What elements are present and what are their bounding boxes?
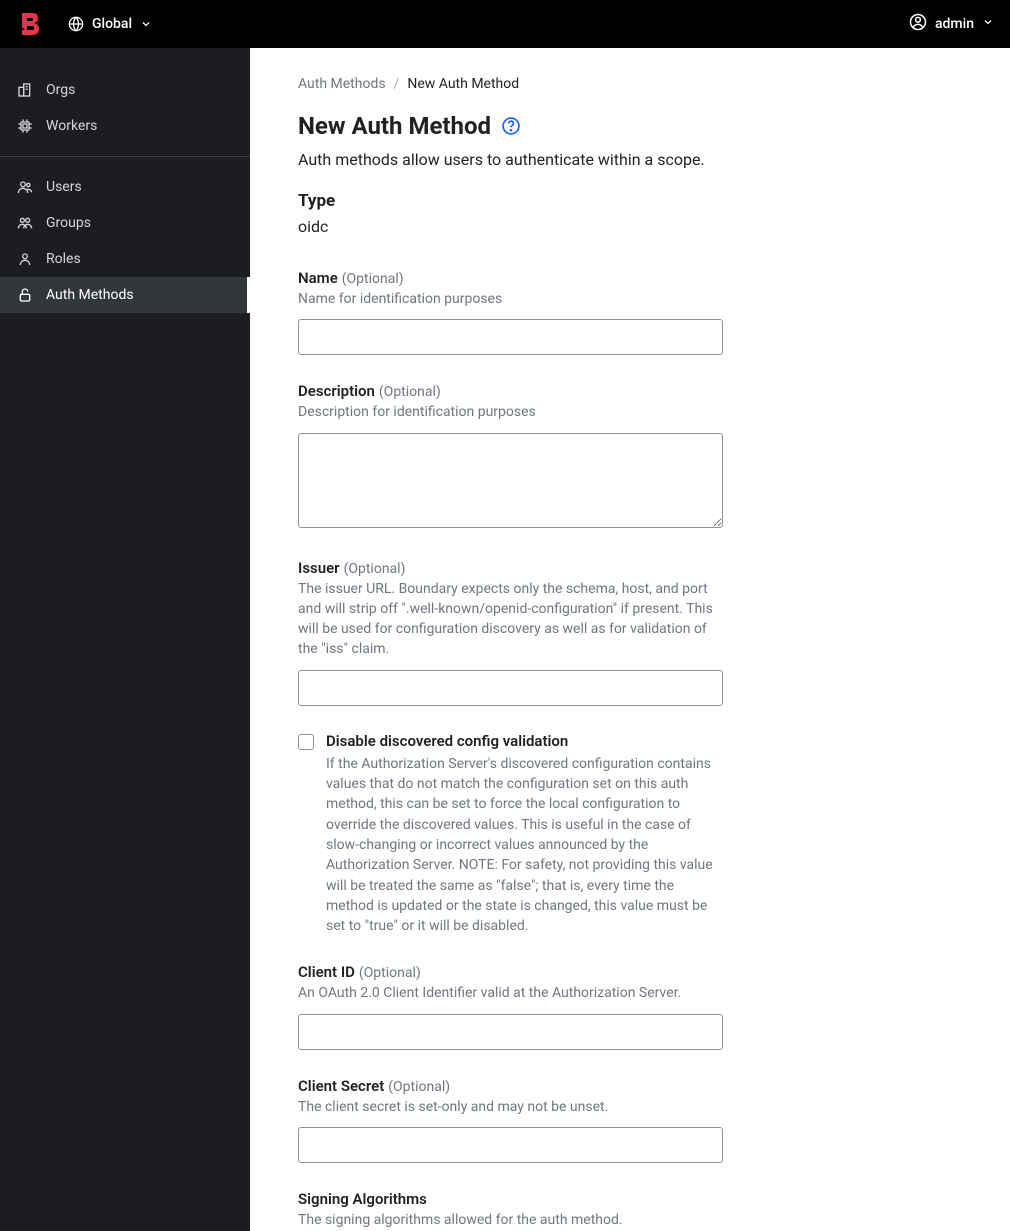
type-value: oidc: [298, 217, 962, 236]
name-label: Name: [298, 269, 338, 287]
client-id-optional: (Optional): [359, 965, 421, 981]
name-hint: Name for identification purposes: [298, 289, 723, 309]
groups-icon: [16, 214, 34, 232]
issuer-label: Issuer: [298, 559, 340, 577]
users-icon: [16, 178, 34, 196]
disable-validation-label: Disable discovered config validation: [326, 732, 723, 750]
sidebar-item-label: Roles: [46, 251, 81, 267]
signing-algorithms-label: Signing Algorithms: [298, 1190, 427, 1208]
client-secret-label: Client Secret: [298, 1077, 384, 1095]
org-icon: [16, 81, 34, 99]
chevron-down-icon: [982, 16, 994, 32]
roles-icon: [16, 250, 34, 268]
sidebar-item-workers[interactable]: Workers: [0, 108, 250, 144]
disable-validation-hint: If the Authorization Server's discovered…: [326, 754, 723, 937]
sidebar-item-users[interactable]: Users: [0, 169, 250, 205]
logo[interactable]: [16, 10, 44, 38]
disable-validation-checkbox[interactable]: [298, 734, 314, 750]
breadcrumb-parent[interactable]: Auth Methods: [298, 76, 386, 92]
chevron-down-icon: [140, 18, 152, 30]
client-id-hint: An OAuth 2.0 Client Identifier valid at …: [298, 983, 723, 1003]
sidebar-item-roles[interactable]: Roles: [0, 241, 250, 277]
sidebar-item-label: Groups: [46, 215, 91, 231]
user-menu[interactable]: admin: [909, 13, 994, 35]
sidebar-item-orgs[interactable]: Orgs: [0, 72, 250, 108]
user-label: admin: [935, 16, 974, 32]
client-id-label: Client ID: [298, 963, 355, 981]
sidebar-item-label: Auth Methods: [46, 287, 134, 303]
sidebar: Orgs Workers: [0, 48, 250, 1231]
description-label: Description: [298, 382, 375, 400]
name-input[interactable]: [298, 319, 723, 355]
client-secret-optional: (Optional): [388, 1079, 450, 1095]
client-secret-input[interactable]: [298, 1127, 723, 1163]
help-icon[interactable]: [501, 116, 521, 136]
name-optional: (Optional): [342, 271, 404, 287]
scope-selector[interactable]: Global: [68, 16, 152, 32]
issuer-hint: The issuer URL. Boundary expects only th…: [298, 579, 723, 660]
user-circle-icon: [909, 13, 927, 35]
topbar-left: Global: [16, 10, 152, 38]
signing-algorithms-hint: The signing algorithms allowed for the a…: [298, 1210, 723, 1230]
sidebar-item-label: Users: [46, 179, 82, 195]
topbar: Global admin: [0, 0, 1010, 48]
sidebar-item-auth-methods[interactable]: Auth Methods: [0, 277, 250, 313]
type-label: Type: [298, 191, 962, 211]
sidebar-divider: [0, 156, 250, 157]
scope-label: Global: [92, 16, 132, 32]
sidebar-item-groups[interactable]: Groups: [0, 205, 250, 241]
breadcrumb: Auth Methods / New Auth Method: [298, 76, 962, 92]
breadcrumb-current: New Auth Method: [407, 76, 519, 92]
description-optional: (Optional): [379, 384, 441, 400]
description-input[interactable]: [298, 433, 723, 528]
sidebar-item-label: Orgs: [46, 82, 75, 98]
issuer-optional: (Optional): [344, 561, 406, 577]
page-description: Auth methods allow users to authenticate…: [298, 150, 962, 169]
globe-icon: [68, 16, 84, 32]
page-title: New Auth Method: [298, 112, 491, 140]
client-id-input[interactable]: [298, 1014, 723, 1050]
sidebar-item-label: Workers: [46, 118, 97, 134]
cpu-icon: [16, 117, 34, 135]
main-content: Auth Methods / New Auth Method New Auth …: [250, 48, 1010, 1231]
client-secret-hint: The client secret is set-only and may no…: [298, 1097, 723, 1117]
lock-icon: [16, 286, 34, 304]
breadcrumb-separator: /: [394, 76, 400, 92]
description-hint: Description for identification purposes: [298, 402, 723, 422]
issuer-input[interactable]: [298, 670, 723, 706]
